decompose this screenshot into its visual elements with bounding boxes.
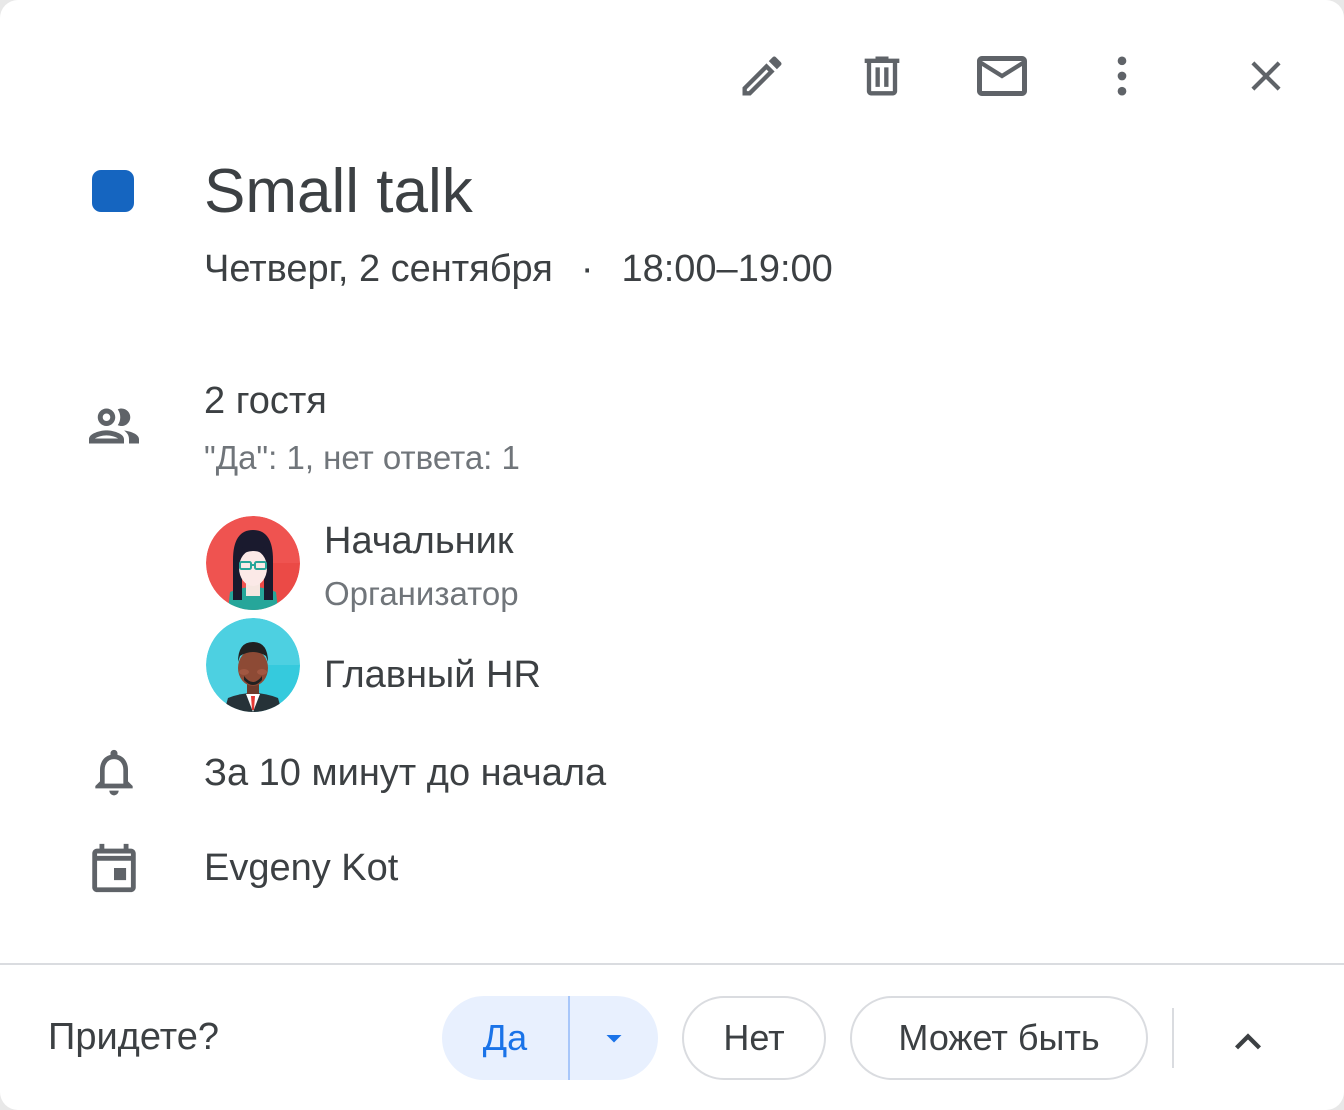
event-datetime: Четверг, 2 сентября · 18:00–19:00 [204, 244, 833, 294]
close-button[interactable] [1234, 44, 1298, 108]
event-color-indicator [92, 170, 134, 212]
footer-divider [0, 963, 1344, 965]
guest-name: Главный HR [324, 654, 541, 696]
calendar-owner: Evgeny Kot [204, 847, 399, 889]
rsvp-no-button[interactable]: Нет [682, 996, 826, 1080]
datetime-separator: · [580, 248, 594, 290]
edit-button[interactable] [730, 44, 794, 108]
rsvp-maybe-button[interactable]: Может быть [850, 996, 1148, 1080]
rsvp-yes-split-button[interactable]: Да [442, 996, 658, 1080]
guest-name: Начальник [324, 520, 514, 562]
trash-icon [864, 56, 900, 96]
close-icon [1251, 61, 1281, 91]
rsvp-question: Придете? [48, 1016, 219, 1058]
chevron-up-icon [1235, 1033, 1261, 1050]
email-guests-button[interactable] [970, 44, 1034, 108]
event-title: Small talk [204, 157, 473, 226]
avatar-organizer[interactable] [206, 516, 300, 610]
more-options-button[interactable] [1090, 44, 1154, 108]
bell-icon [84, 742, 144, 802]
rsvp-options-dropdown[interactable] [570, 996, 658, 1080]
reminder-text: За 10 минут до начала [204, 752, 607, 794]
people-icon [84, 396, 144, 456]
rsvp-yes-button[interactable]: Да [442, 996, 568, 1080]
guest-response-summary: "Да": 1, нет ответа: 1 [204, 439, 520, 476]
delete-button[interactable] [850, 44, 914, 108]
footer-vertical-divider [1172, 1008, 1174, 1068]
avatar-hr[interactable] [206, 618, 300, 712]
event-date: Четверг, 2 сентября [204, 248, 553, 290]
envelope-icon [977, 56, 1027, 96]
event-details-dialog: Small talk Четверг, 2 сентября · 18:00–19:… [0, 0, 1344, 1110]
more-vertical-icon [1117, 56, 1127, 96]
guest-count: 2 гостя [204, 380, 327, 422]
guest-role: Организатор [324, 575, 519, 612]
caret-down-icon [606, 1035, 622, 1043]
calendar-icon [84, 838, 144, 898]
pencil-icon [742, 56, 782, 96]
event-time: 18:00–19:00 [621, 248, 833, 290]
expand-button[interactable] [1216, 1010, 1280, 1074]
